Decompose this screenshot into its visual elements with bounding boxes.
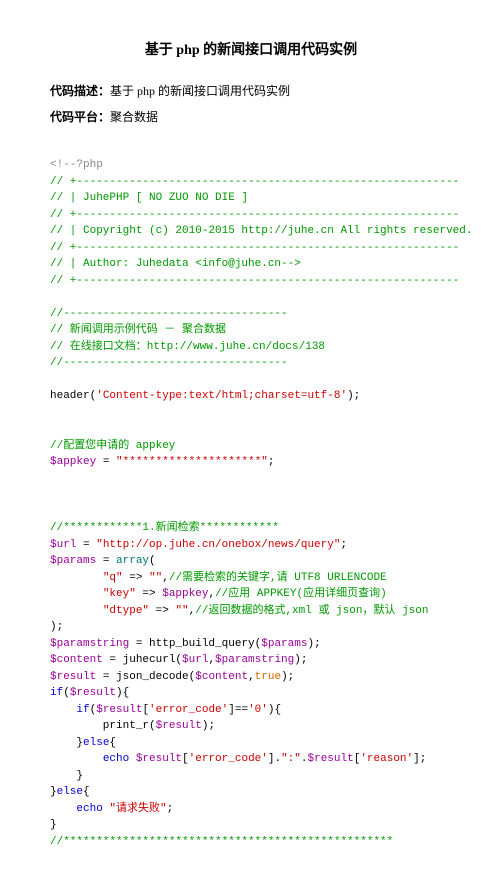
code-line: header('Content-type:text/html;charset=u… bbox=[50, 390, 360, 402]
code-line: // | JuhePHP [ NO ZUO NO DIE ] bbox=[50, 192, 248, 204]
code-line: $result = json_decode($content,true); bbox=[50, 671, 294, 683]
code-line: } bbox=[50, 819, 57, 831]
code-line: // | Author: Juhedata <info@juhe.cn--> bbox=[50, 258, 301, 270]
meta-platform-value: 聚合数据 bbox=[110, 110, 158, 124]
page-title: 基于 php 的新闻接口调用代码实例 bbox=[50, 40, 452, 62]
code-line: "key" => $appkey,//应用 APPKEY(应用详细页查询) bbox=[50, 588, 387, 600]
code-line: //---------------------------------- bbox=[50, 357, 288, 369]
code-line: $paramstring = http_build_query($params)… bbox=[50, 638, 321, 650]
code-line: $appkey = "*********************"; bbox=[50, 456, 274, 468]
code-block: <!--?php // +---------------------------… bbox=[50, 141, 452, 851]
code-line: if($result['error_code']=='0'){ bbox=[50, 704, 281, 716]
code-line: echo "请求失败"; bbox=[50, 803, 173, 815]
code-line: print_r($result); bbox=[50, 720, 215, 732]
code-line: echo $result['error_code'].":".$result['… bbox=[50, 753, 426, 765]
code-line: // +------------------------------------… bbox=[50, 275, 459, 287]
code-line: //**************************************… bbox=[50, 836, 393, 848]
code-line: "q" => "",//需要检索的关键字,请 UTF8 URLENCODE bbox=[50, 572, 387, 584]
code-line: } bbox=[50, 770, 83, 782]
code-line: if($result){ bbox=[50, 687, 129, 699]
code-line: // +------------------------------------… bbox=[50, 242, 459, 254]
code-line: }else{ bbox=[50, 737, 116, 749]
code-line: $content = juhecurl($url,$paramstring); bbox=[50, 654, 307, 666]
meta-desc-value: 基于 php 的新闻接口调用代码实例 bbox=[110, 84, 290, 98]
meta-platform: 代码平台：聚合数据 bbox=[50, 108, 452, 127]
meta-description: 代码描述：基于 php 的新闻接口调用代码实例 bbox=[50, 82, 452, 101]
code-line: <!--?php bbox=[50, 159, 103, 171]
code-line: ); bbox=[50, 621, 63, 633]
code-line: // | Copyright (c) 2010-2015 http://juhe… bbox=[50, 225, 472, 237]
code-line: "dtype" => "",//返回数据的格式,xml 或 json，默认 js… bbox=[50, 605, 428, 617]
code-line: //配置您申请的 appkey bbox=[50, 440, 175, 452]
meta-desc-label: 代码描述： bbox=[50, 84, 110, 98]
code-line: // +------------------------------------… bbox=[50, 209, 459, 221]
code-line: //************1.新闻检索************ bbox=[50, 522, 279, 534]
code-line: // 新闻调用示例代码 － 聚合数据 bbox=[50, 324, 226, 336]
code-line: //---------------------------------- bbox=[50, 308, 288, 320]
code-line: }else{ bbox=[50, 786, 90, 798]
code-line: // 在线接口文档：http://www.juhe.cn/docs/138 bbox=[50, 341, 325, 353]
code-line: // +------------------------------------… bbox=[50, 176, 459, 188]
code-line: $params = array( bbox=[50, 555, 156, 567]
code-line: $url = "http://op.juhe.cn/onebox/news/qu… bbox=[50, 539, 347, 551]
meta-platform-label: 代码平台： bbox=[50, 110, 110, 124]
